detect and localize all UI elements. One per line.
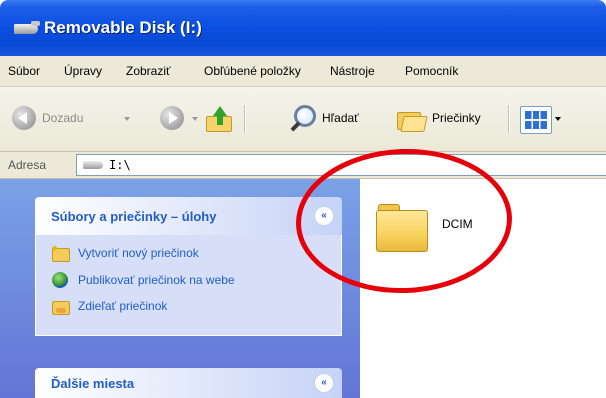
- back-arrow-icon[interactable]: [12, 106, 36, 130]
- folders-button-label[interactable]: Priečinky: [432, 111, 481, 125]
- task-label: Vytvoriť nový priečinok: [78, 246, 199, 260]
- forward-dropdown-icon[interactable]: [192, 117, 198, 121]
- folders-icon[interactable]: [397, 107, 428, 132]
- search-icon[interactable]: [288, 105, 318, 133]
- task-label: Zdieľať priečinok: [78, 299, 168, 313]
- folder-up-icon[interactable]: [206, 106, 232, 132]
- views-icon[interactable]: [520, 106, 552, 134]
- address-value: I:\: [109, 158, 131, 172]
- removable-drive-icon: [14, 21, 40, 34]
- back-button-label[interactable]: Dozadu: [42, 111, 83, 125]
- share-folder-icon: [52, 301, 70, 315]
- removable-drive-icon: [83, 161, 103, 169]
- menu-tools[interactable]: Nástroje: [330, 64, 375, 78]
- menu-help[interactable]: Pomocník: [405, 64, 458, 78]
- panel-body: Vytvoriť nový priečinok Publikovať prieč…: [35, 235, 342, 336]
- publish-web-icon: [52, 272, 68, 288]
- search-button-label[interactable]: Hľadať: [322, 111, 359, 125]
- address-label: Adresa: [8, 158, 47, 172]
- panel-title: Ďalšie miesta: [51, 376, 135, 391]
- menu-file[interactable]: Súbor: [8, 64, 40, 78]
- task-label: Publikovať priečinok na webe: [78, 273, 235, 287]
- toolbar: Dozadu Hľadať Priečinky: [0, 87, 606, 152]
- forward-arrow-icon[interactable]: [160, 106, 184, 130]
- back-dropdown-icon[interactable]: [124, 117, 130, 121]
- menu-bar: Súbor Úpravy Zobraziť Obľúbené položky N…: [0, 56, 606, 87]
- views-dropdown-icon[interactable]: [555, 117, 561, 121]
- menu-edit[interactable]: Úpravy: [64, 64, 102, 78]
- other-places-panel: Ďalšie miesta «: [35, 368, 342, 398]
- menu-view[interactable]: Zobraziť: [126, 64, 171, 78]
- toolbar-separator: [244, 105, 245, 133]
- window-title: Removable Disk (I:): [44, 18, 202, 37]
- panel-title: Súbory a priečinky – úlohy: [51, 209, 217, 224]
- toolbar-separator: [508, 105, 509, 133]
- menu-favorites[interactable]: Obľúbené položky: [204, 64, 301, 78]
- collapse-chevron-icon[interactable]: «: [314, 373, 334, 393]
- address-bar: Adresa I:\: [0, 152, 606, 179]
- panel-header[interactable]: Ďalšie miesta «: [35, 368, 342, 398]
- new-folder-icon: [50, 242, 70, 262]
- title-bar[interactable]: Removable Disk (I:): [0, 0, 606, 56]
